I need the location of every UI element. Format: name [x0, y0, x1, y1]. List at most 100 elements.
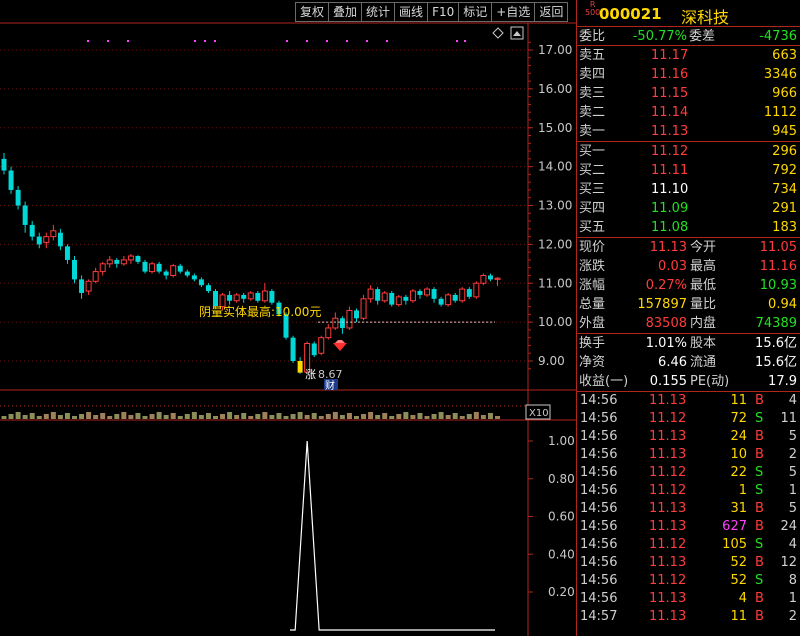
kline-chart-area[interactable]: 17.00 16.00 15.00 14.00 13.00 12.00 11.00 10.00…	[0, 0, 576, 636]
bid-level-label: 买五	[579, 220, 606, 235]
f10-button[interactable]: F10	[427, 2, 460, 22]
candle-layer	[1, 153, 501, 374]
candle-body	[438, 298, 444, 305]
signal-dot	[326, 40, 328, 42]
diamond-icon[interactable]	[492, 27, 504, 39]
fundamental-label: 换手	[579, 336, 606, 351]
kline-chart-svg[interactable]: 17.00 16.00 15.00 14.00 13.00 12.00 11.00 10.00…	[0, 0, 576, 636]
bid-row[interactable]: 买三 11.10 734	[577, 180, 800, 199]
trade-row[interactable]: 14:56 11.13 31 B 5	[577, 500, 800, 518]
fundamental-row[interactable]: 收益(一) 0.155 PE(动) 17.9	[577, 372, 800, 391]
quote-row[interactable]: 涨跌 0.03 最高 11.16	[577, 257, 800, 276]
trade-row[interactable]: 14:56 11.12 22 S 5	[577, 464, 800, 482]
volume-bar	[72, 416, 77, 419]
bid-book: 买一 11.12 296 买二 11.11 792 买三 11.10 734 买四 11.09 291…	[577, 142, 800, 238]
quote-label: 现价	[579, 240, 606, 255]
bid-row[interactable]: 买二 11.11 792	[577, 161, 800, 180]
trade-count: 5	[788, 429, 797, 444]
indicator-tick-label: 0.80	[548, 472, 575, 486]
trade-row[interactable]: 14:56 11.12 72 S 11	[577, 410, 800, 428]
indicator-tick-label: 1.00	[548, 434, 575, 448]
ask-price: 11.15	[651, 86, 689, 101]
fundamental-row[interactable]: 净资 6.46 流通 15.6亿	[577, 353, 800, 372]
volume-bar	[304, 415, 310, 419]
quote-row[interactable]: 涨幅 0.27% 最低 10.93	[577, 276, 800, 295]
volume-bar	[269, 415, 275, 419]
back-button[interactable]: 返回	[534, 2, 569, 22]
candle-body	[269, 291, 275, 303]
trade-row[interactable]: 14:56 11.12 52 S 8	[577, 572, 800, 590]
trade-side: B	[755, 519, 764, 534]
price-tick-label: 17.00	[538, 43, 572, 57]
trade-row[interactable]: 14:56 11.13 52 B 12	[577, 554, 800, 572]
indicator-tick-label: 0.20	[548, 585, 575, 599]
trade-row[interactable]: 14:56 11.13 4 B 1	[577, 590, 800, 608]
quote-row[interactable]: 外盘 83508 内盘 74389	[577, 314, 800, 333]
volume-bar	[459, 416, 465, 419]
bid-row[interactable]: 买一 11.12 296	[577, 142, 800, 161]
trade-count: 2	[788, 447, 797, 462]
candle-body	[318, 337, 325, 354]
signal-dot	[107, 40, 109, 42]
signal-dot	[127, 40, 129, 42]
fuquan-button[interactable]: 复权	[295, 2, 330, 22]
ask-row[interactable]: 卖一 11.13 945	[577, 122, 800, 141]
order-ratio-row: 委比 -50.77% 委差 -4736	[577, 27, 800, 46]
trade-row[interactable]: 14:56 11.12 1 S 1	[577, 482, 800, 500]
trade-time: 14:56	[580, 483, 618, 498]
zoom-x10-button[interactable]: X10	[525, 404, 551, 420]
quote-row[interactable]: 现价 11.13 今开 11.05	[577, 238, 800, 257]
ask-row[interactable]: 卖五 11.17 663	[577, 46, 800, 65]
volume-bar	[79, 414, 85, 419]
quote-value: 83508	[645, 316, 687, 331]
tick-trades[interactable]: 14:56 11.13 11 B 4 14:56 11.12 72 S 11 14:56 11.13 2…	[577, 392, 800, 626]
expand-icon[interactable]	[510, 26, 524, 40]
trade-row[interactable]: 14:56 11.13 627 B 24	[577, 518, 800, 536]
candle-body	[198, 279, 204, 286]
volume-bar	[410, 415, 416, 419]
ask-volume: 663	[772, 48, 797, 63]
signal-dot	[306, 40, 308, 42]
volume-bar	[135, 413, 141, 419]
stock-code[interactable]: 000021	[599, 5, 662, 23]
ask-row[interactable]: 卖四 11.16 3346	[577, 65, 800, 84]
quote-block-1: 现价 11.13 今开 11.05 涨跌 0.03 最高 11.16 涨幅 0.27% 最低 10.9…	[577, 238, 800, 334]
bid-price: 11.09	[651, 201, 689, 216]
candle-body	[233, 294, 240, 302]
volume-bar	[241, 413, 247, 419]
quote-value: 11.05	[759, 240, 797, 255]
ask-row[interactable]: 卖三 11.15 966	[577, 84, 800, 103]
bid-row[interactable]: 买四 11.09 291	[577, 199, 800, 218]
candle-body	[480, 274, 487, 284]
mark-button[interactable]: 标记	[458, 2, 493, 22]
stock-name[interactable]: 深科技	[681, 4, 729, 28]
candle-body	[381, 292, 388, 302]
trade-row[interactable]: 14:56 11.13 10 B 2	[577, 446, 800, 464]
volume-bar	[36, 416, 42, 419]
candle-body	[72, 259, 77, 280]
price-tick-label: 9.00	[538, 354, 565, 368]
quote-row[interactable]: 总量 157897 量比 0.94	[577, 295, 800, 314]
trade-row[interactable]: 14:56 11.13 11 B 4	[577, 392, 800, 410]
trade-volume: 4	[738, 591, 747, 606]
draw-line-button[interactable]: 画线	[394, 2, 429, 22]
overlay-button[interactable]: 叠加	[328, 2, 363, 22]
candle-body	[8, 170, 14, 190]
candle-body	[360, 298, 367, 319]
trade-volume: 24	[730, 429, 747, 444]
trade-volume: 31	[730, 501, 747, 516]
signal-dots	[87, 40, 466, 42]
add-watchlist-button[interactable]: +自选	[491, 2, 536, 22]
volume-bar	[346, 413, 352, 419]
bid-price: 11.12	[651, 144, 689, 159]
bid-row[interactable]: 买五 11.08 183	[577, 218, 800, 237]
trade-row[interactable]: 14:57 11.13 11 B 2	[577, 608, 800, 626]
trade-side: S	[755, 573, 764, 588]
ask-row[interactable]: 卖二 11.14 1112	[577, 103, 800, 122]
trade-row[interactable]: 14:56 11.12 105 S 4	[577, 536, 800, 554]
fundamental-value: 6.46	[658, 355, 687, 370]
fundamental-row[interactable]: 换手 1.01% 股本 15.6亿	[577, 334, 800, 353]
stats-button[interactable]: 统计	[361, 2, 396, 22]
trade-row[interactable]: 14:56 11.13 24 B 5	[577, 428, 800, 446]
candle-body	[50, 230, 57, 238]
